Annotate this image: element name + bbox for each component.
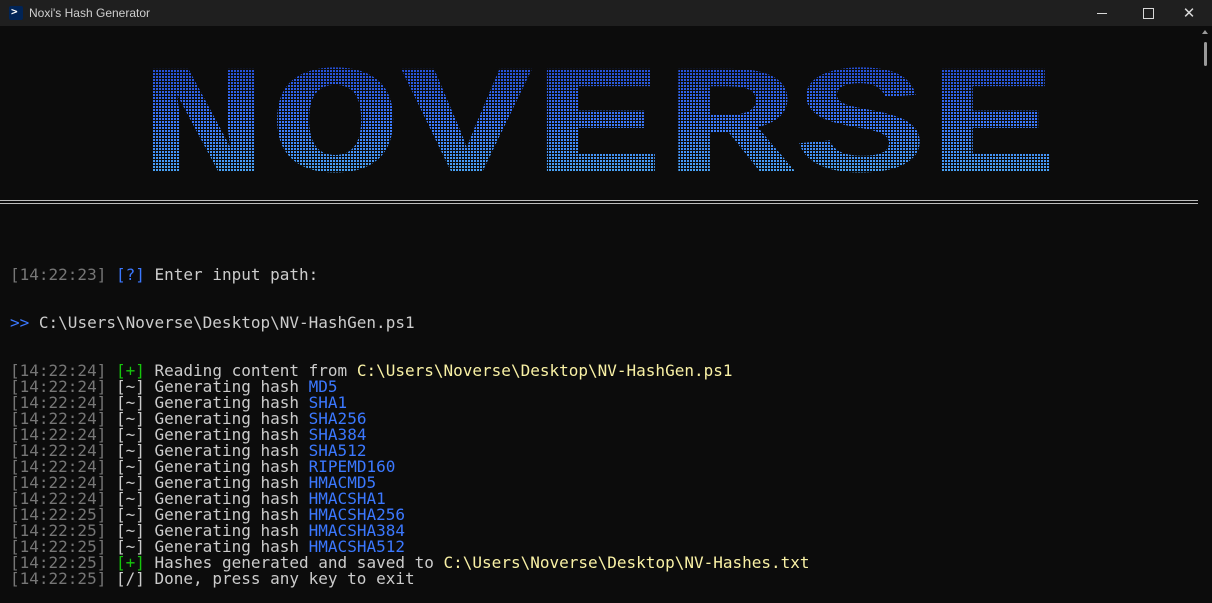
- timestamp: [14:22:25]: [10, 505, 107, 524]
- close-icon: ✕: [1182, 3, 1196, 22]
- hash-name: HMACSHA384: [308, 521, 405, 540]
- log-text: Generating hash: [154, 537, 300, 556]
- hash-name: HMACSHA256: [308, 505, 405, 524]
- svg-text:NOVERSE: NOVERSE: [138, 42, 1058, 198]
- file-path: C:\Users\Noverse\Desktop\NV-Hashes.txt: [443, 553, 810, 572]
- status-marker: [/]: [115, 569, 145, 588]
- hash-name: HMACSHA512: [308, 537, 405, 556]
- status-marker: [~]: [115, 521, 145, 540]
- divider: [0, 200, 1198, 201]
- log-line: [14:22:25] [/] Done, press any key to ex…: [10, 571, 1195, 587]
- log-text: Generating hash: [154, 505, 300, 524]
- minimize-button[interactable]: [1079, 0, 1125, 26]
- console-output: [14:22:23] [?] Enter input path: >> C:\U…: [10, 235, 1195, 603]
- log-line: [14:22:25] [+] Hashes generated and save…: [10, 555, 1195, 571]
- file-path: C:\Users\Noverse\Desktop\NV-HashGen.ps1: [356, 361, 733, 380]
- maximize-icon: [1142, 7, 1154, 19]
- prompt-line: [14:22:23] [?] Enter input path:: [10, 267, 1195, 283]
- timestamp: [14:22:25]: [10, 521, 107, 540]
- status-marker: [~]: [115, 537, 145, 556]
- powershell-icon: >: [9, 5, 23, 20]
- timestamp: [14:22:25]: [10, 569, 107, 588]
- log-line: [14:22:25] [~] Generating hash HMACSHA51…: [10, 539, 1195, 555]
- input-line[interactable]: >> C:\Users\Noverse\Desktop\NV-HashGen.p…: [10, 315, 1195, 331]
- log-text: Hashes generated and saved to: [154, 553, 434, 572]
- log-line: [14:22:25] [~] Generating hash HMACSHA38…: [10, 523, 1195, 539]
- ascii-banner: NOVERSE: [0, 28, 1198, 198]
- log-line: [14:22:25] [~] Generating hash HMACSHA25…: [10, 507, 1195, 523]
- status-marker: [+]: [115, 553, 145, 572]
- divider: [0, 203, 1198, 204]
- window-title: Noxi's Hash Generator: [29, 6, 151, 20]
- input-path[interactable]: C:\Users\Noverse\Desktop\NV-HashGen.ps1: [39, 315, 415, 331]
- prompt-text: Enter input path:: [154, 265, 319, 284]
- banner-logo: NOVERSE: [138, 42, 1058, 198]
- status-marker: [~]: [115, 505, 145, 524]
- timestamp: [14:22:23]: [10, 265, 107, 284]
- timestamp: [14:22:25]: [10, 553, 107, 572]
- timestamp: [14:22:25]: [10, 537, 107, 556]
- log-text: Done, press any key to exit: [154, 569, 415, 588]
- title-bar: > Noxi's Hash Generator ✕: [0, 0, 1212, 26]
- minimize-icon: [1097, 12, 1107, 14]
- maximize-button[interactable]: [1125, 0, 1171, 26]
- log-text: Generating hash: [154, 521, 300, 540]
- scroll-up-icon[interactable]: [1202, 30, 1208, 34]
- question-marker: [?]: [115, 265, 145, 284]
- scrollbar[interactable]: [1199, 26, 1212, 517]
- close-button[interactable]: ✕: [1166, 0, 1212, 26]
- input-prefix: >>: [10, 313, 30, 332]
- scrollbar-thumb[interactable]: [1204, 42, 1207, 66]
